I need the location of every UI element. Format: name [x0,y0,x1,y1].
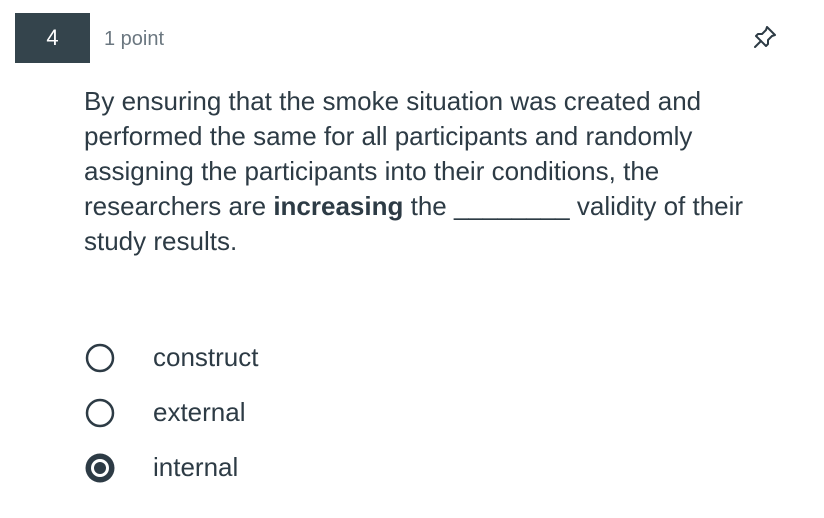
question-points: 1 point [104,28,165,50]
pin-button[interactable] [748,20,782,54]
radio-selected-icon[interactable] [84,452,116,484]
answer-label: external [153,397,246,427]
question-text-bold: increasing [273,191,404,221]
answer-label: construct [153,342,259,372]
question-number: 4 [46,25,59,50]
answer-option-internal[interactable]: internal [84,440,784,495]
radio-unselected-icon[interactable] [84,342,116,374]
answer-option-construct[interactable]: construct [84,330,784,385]
radio-unselected-icon[interactable] [84,397,116,429]
question-number-badge: 4 [15,13,90,63]
answer-list: construct external internal [84,330,784,495]
question-text: By ensuring that the smoke situation was… [84,84,794,259]
answer-label: internal [153,452,239,482]
answer-option-external[interactable]: external [84,385,784,440]
pin-icon [754,26,776,48]
